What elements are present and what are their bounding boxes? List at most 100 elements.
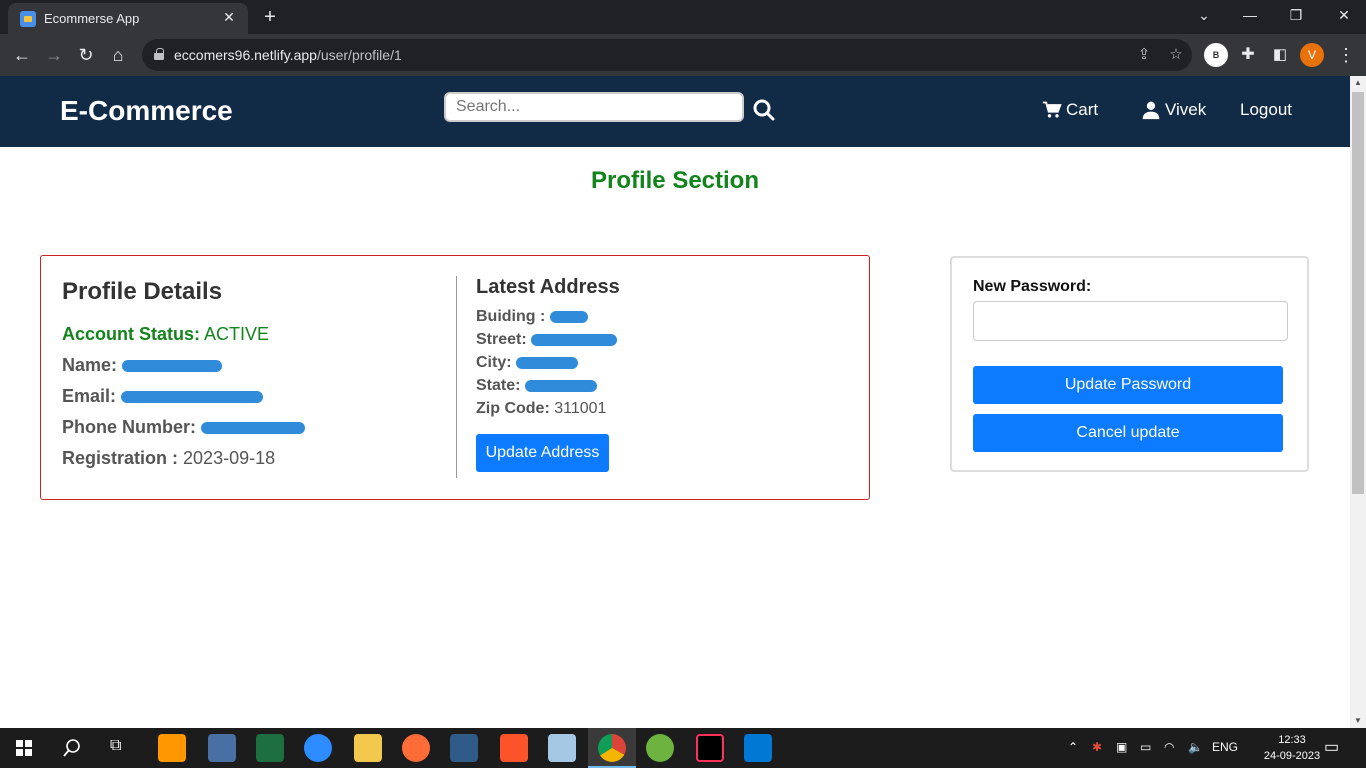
sublime-text-icon[interactable] [158, 734, 186, 762]
building-field: Buiding : [476, 308, 588, 326]
redacted-name-scribble [122, 360, 223, 373]
phone-label: Phone Number: [62, 417, 197, 437]
new-password-input[interactable] [973, 301, 1288, 341]
bookmark-star-icon[interactable]: ☆ [1164, 43, 1188, 67]
nav-user-label: Vivek [1165, 100, 1207, 119]
clock-time: 12:33 [1278, 734, 1306, 746]
redacted-state-scribble [524, 379, 597, 392]
new-password-label: New Password: [973, 278, 1092, 295]
latest-address-heading: Latest Address [476, 276, 620, 298]
minimize-icon[interactable]: — [1236, 4, 1264, 26]
site-header: E-Commerce Cart Vivek [0, 76, 1350, 147]
calculator-icon[interactable] [208, 734, 236, 762]
vscode-icon[interactable] [744, 734, 772, 762]
state-label: State: [476, 377, 521, 394]
side-panel-icon[interactable]: ◧ [1268, 43, 1292, 67]
back-icon[interactable]: ← [10, 43, 34, 67]
registration-field: Registration : 2023-09-18 [62, 448, 275, 469]
zip-label: Zip Code: [476, 400, 550, 417]
notification-center-icon[interactable]: ▭ [1324, 737, 1339, 757]
restore-icon[interactable]: ❐ [1282, 4, 1310, 26]
page-scrollbar[interactable]: ▲ ▼ [1350, 76, 1366, 728]
meet-now-icon[interactable]: ▣ [1116, 740, 1127, 754]
taskbar-search-icon[interactable] [62, 738, 82, 758]
tab-search-chevron-icon[interactable]: ⌄ [1190, 4, 1218, 26]
intellij-idea-icon[interactable] [696, 734, 724, 762]
nav-cart-label: Cart [1066, 100, 1099, 119]
window-close-icon[interactable]: ✕ [1330, 4, 1358, 26]
spring-tool-suite-icon[interactable] [646, 734, 674, 762]
brave-browser-icon[interactable] [500, 734, 528, 762]
name-label: Name: [62, 355, 118, 375]
chrome-icon[interactable] [598, 734, 626, 762]
scroll-up-arrow-icon[interactable]: ▲ [1350, 76, 1366, 90]
windows-start-icon[interactable] [16, 740, 32, 756]
site-favicon-icon [20, 11, 36, 27]
redacted-phone-scribble [201, 422, 306, 435]
notepad-icon[interactable] [548, 734, 576, 762]
cancel-update-button[interactable]: Cancel update [973, 414, 1283, 452]
address-bar[interactable]: eccomers96.netlify.app/user/profile/1 ⇪ … [142, 39, 1192, 71]
close-tab-icon[interactable]: ✕ [220, 8, 238, 26]
profile-avatar[interactable]: V [1300, 43, 1324, 67]
lock-icon [154, 48, 164, 60]
building-label: Buiding : [476, 308, 546, 325]
update-address-button[interactable]: Update Address [476, 434, 609, 472]
account-status-label: Account Status: [62, 324, 201, 344]
page-title: Profile Section [590, 167, 760, 194]
windows-taskbar: ⧉ ⌃ ✱ ▣ ▭ ◠ 🔈 ENG 12:33 24-09-2023 ▭ [0, 728, 1366, 768]
language-indicator[interactable]: ENG [1212, 740, 1238, 754]
registration-label: Registration : [62, 448, 179, 468]
zoom-icon[interactable] [304, 734, 332, 762]
nav-logout-label: Logout [1240, 100, 1292, 119]
scrollbar-thumb[interactable] [1352, 92, 1364, 494]
redacted-city-scribble [516, 356, 579, 369]
extensions-puzzle-icon[interactable]: ✚ [1236, 43, 1260, 67]
account-status-value: ACTIVE [204, 324, 270, 344]
nav-user-link[interactable]: Vivek [1141, 100, 1206, 120]
show-hidden-icons-chevron-icon[interactable]: ⌃ [1068, 740, 1078, 754]
volume-icon[interactable]: 🔈 [1188, 740, 1203, 754]
wifi-icon[interactable]: ◠ [1164, 740, 1174, 754]
new-tab-icon[interactable]: + [258, 5, 282, 29]
forward-icon[interactable]: → [42, 43, 66, 67]
zip-field: Zip Code: 311001 [476, 400, 606, 418]
state-field: State: [476, 377, 597, 395]
home-icon[interactable]: ⌂ [106, 43, 130, 67]
scroll-down-arrow-icon[interactable]: ▼ [1350, 714, 1366, 728]
email-field: Email: [62, 386, 264, 407]
email-label: Email: [62, 386, 117, 406]
browser-menu-icon[interactable]: ⋮ [1334, 43, 1358, 67]
brand-logo[interactable]: E-Commerce [60, 95, 233, 127]
redacted-email-scribble [121, 391, 264, 404]
update-password-button[interactable]: Update Password [973, 366, 1283, 404]
system-clock[interactable]: 12:33 24-09-2023 [1262, 732, 1322, 764]
search-icon[interactable] [752, 98, 776, 122]
slack-icon[interactable]: ✱ [1092, 740, 1102, 754]
browser-tab[interactable]: Ecommerse App ✕ [8, 3, 248, 34]
share-icon[interactable]: ⇪ [1132, 43, 1156, 67]
browser-toolbar: ← → ↻ ⌂ eccomers96.netlify.app/user/prof… [0, 34, 1366, 76]
file-explorer-icon[interactable] [354, 734, 382, 762]
name-field: Name: [62, 355, 223, 376]
card-divider [456, 276, 457, 478]
street-field: Street: [476, 331, 618, 349]
city-label: City: [476, 354, 512, 371]
street-label: Street: [476, 331, 527, 348]
url-text[interactable]: eccomers96.netlify.app/user/profile/1 [174, 47, 402, 63]
extension-b-icon[interactable]: B [1204, 43, 1228, 67]
redacted-building-scribble [549, 310, 588, 323]
postman-icon[interactable] [402, 734, 430, 762]
battery-icon[interactable]: ▭ [1140, 740, 1151, 754]
task-view-icon[interactable]: ⧉ [110, 737, 121, 755]
profile-details-heading: Profile Details [62, 278, 223, 305]
search-input[interactable] [444, 92, 744, 122]
nav-cart-link[interactable]: Cart [1042, 100, 1098, 120]
zip-value: 311001 [554, 400, 607, 417]
user-icon [1142, 101, 1160, 120]
mysql-workbench-icon[interactable] [450, 734, 478, 762]
phone-field: Phone Number: [62, 417, 306, 438]
excel-icon[interactable] [256, 734, 284, 762]
reload-icon[interactable]: ↻ [74, 43, 98, 67]
nav-logout-link[interactable]: Logout [1240, 100, 1292, 120]
